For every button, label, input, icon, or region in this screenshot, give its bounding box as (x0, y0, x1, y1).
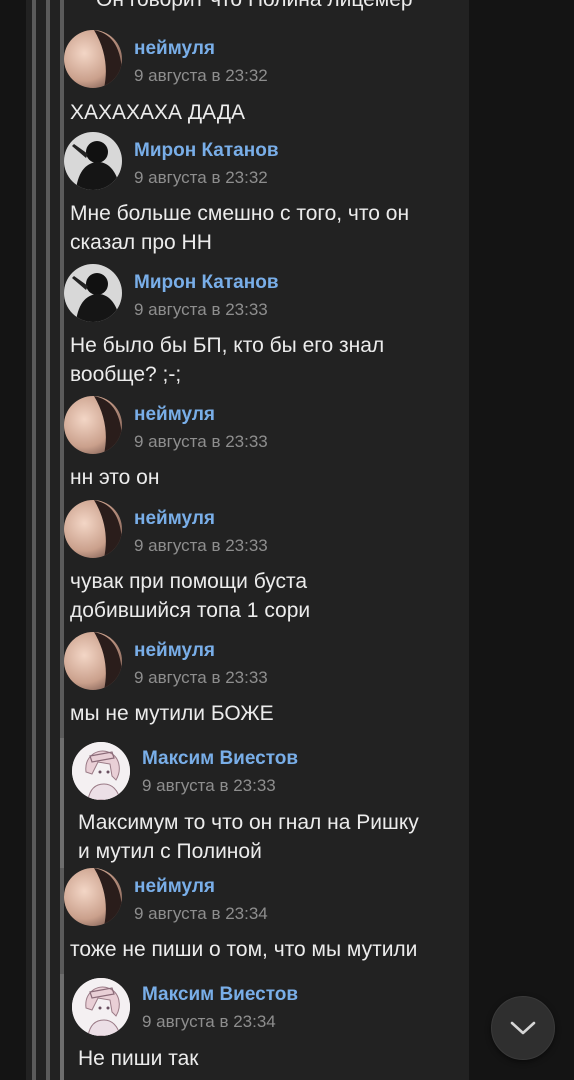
comment-timestamp[interactable]: 9 августа в 23:33 (134, 300, 268, 320)
comment: неймуля 9 августа в 23:32 ХАХАХАХА ДАДА (26, 30, 469, 130)
comment-text: тоже не пиши о том, что мы мутили (70, 938, 418, 961)
comment-text: Мне больше смешно с того, что он сказал … (70, 202, 410, 254)
comment-timestamp[interactable]: 9 августа в 23:34 (142, 1012, 276, 1032)
comment-timestamp[interactable]: 9 августа в 23:34 (134, 904, 268, 924)
comment-author[interactable]: неймуля (134, 38, 215, 60)
comment-text: мы не мутили БОЖЕ (70, 702, 274, 725)
user-avatar[interactable] (64, 30, 122, 88)
comment-author[interactable]: Максим Виестов (142, 748, 298, 770)
comment-thread: Он говорит что Полина лицемер неймуля 9 … (26, 0, 469, 1080)
chevron-down-icon (510, 1021, 536, 1035)
comment: неймуля 9 августа в 23:33 мы не мутили Б… (26, 632, 469, 732)
quoted-comment: Максим Виестов 9 августа в 23:33 Максиму… (60, 738, 469, 868)
comment-timestamp[interactable]: 9 августа в 23:32 (134, 168, 268, 188)
comment-text: ХАХАХАХА ДАДА (70, 101, 246, 124)
quote-bar (60, 738, 64, 868)
user-avatar[interactable] (64, 500, 122, 558)
user-avatar[interactable] (64, 396, 122, 454)
quote-bar (60, 974, 64, 1080)
comment-timestamp[interactable]: 9 августа в 23:33 (134, 536, 268, 556)
comment-timestamp[interactable]: 9 августа в 23:33 (134, 668, 268, 688)
comment-text: Максимум то что он гнал на Ришку и мутил… (78, 811, 419, 863)
quoted-comment: Максим Виестов 9 августа в 23:34 Не пиши… (60, 974, 469, 1080)
comment-timestamp[interactable]: 9 августа в 23:33 (142, 776, 276, 796)
comment: неймуля 9 августа в 23:33 нн это он (26, 396, 469, 496)
comment: неймуля 9 августа в 23:34 тоже не пиши о… (26, 868, 469, 968)
comment-text: чувак при помощи буста добившийся топа 1… (70, 570, 311, 622)
user-avatar[interactable] (72, 978, 130, 1036)
comment: неймуля 9 августа в 23:33 чувак при помо… (26, 500, 469, 630)
user-avatar[interactable] (64, 632, 122, 690)
user-avatar[interactable] (64, 132, 122, 190)
comment: Мирон Катанов 9 августа в 23:33 Не было … (26, 264, 469, 394)
partial-message-text: Он говорит что Полина лицемер (96, 0, 413, 12)
comment-author[interactable]: неймуля (134, 640, 215, 662)
user-avatar[interactable] (72, 742, 130, 800)
user-avatar[interactable] (64, 264, 122, 322)
comment-author[interactable]: Мирон Катанов (134, 272, 279, 294)
comment: Мирон Катанов 9 августа в 23:32 Мне боль… (26, 132, 469, 262)
comment-text: Не было бы БП, кто бы его знал вообще? ;… (70, 334, 385, 386)
comment-author[interactable]: неймуля (134, 404, 215, 426)
comment-text: нн это он (70, 466, 160, 489)
comment-timestamp[interactable]: 9 августа в 23:32 (134, 66, 268, 86)
user-avatar[interactable] (64, 868, 122, 926)
comment-author[interactable]: неймуля (134, 508, 215, 530)
comment-author[interactable]: Максим Виестов (142, 984, 298, 1006)
comment-timestamp[interactable]: 9 августа в 23:33 (134, 432, 268, 452)
scroll-down-button[interactable] (491, 996, 555, 1060)
comment-text: Не пиши так (78, 1047, 199, 1070)
comment-author[interactable]: Мирон Катанов (134, 140, 279, 162)
comment-author[interactable]: неймуля (134, 876, 215, 898)
